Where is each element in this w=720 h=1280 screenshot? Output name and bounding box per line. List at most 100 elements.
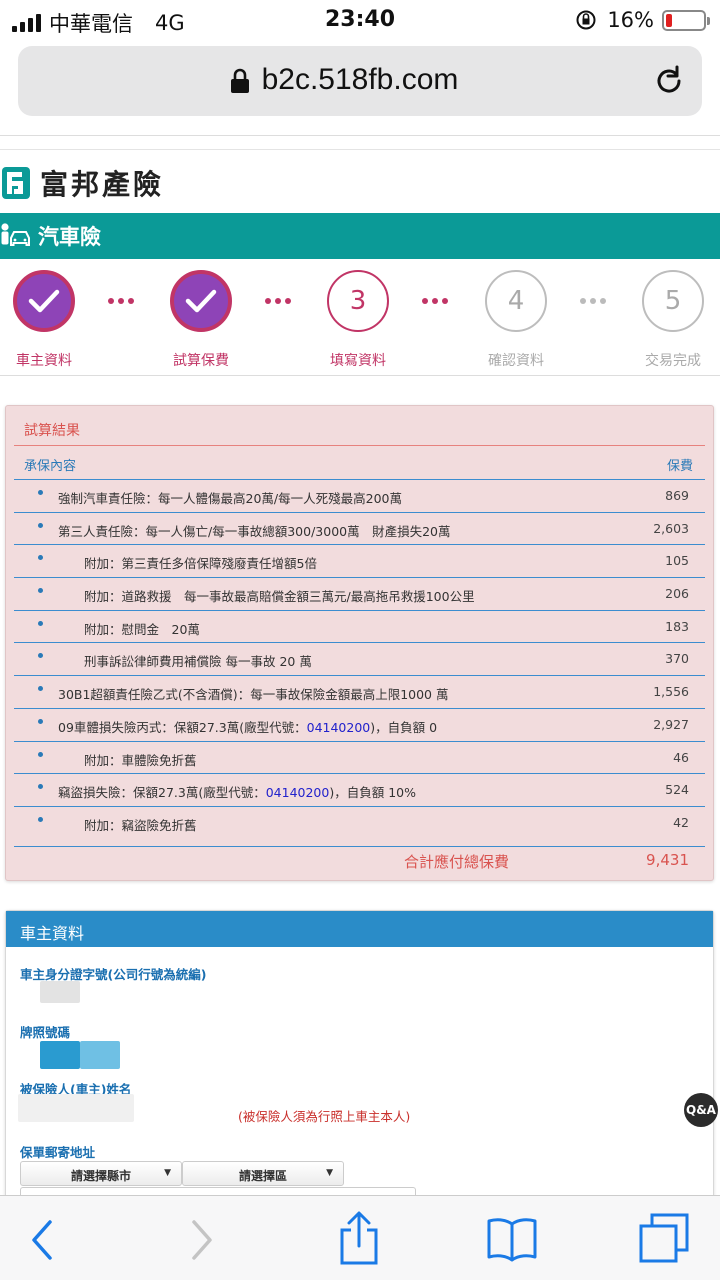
coverage-description: 附加：慰問金 20萬 — [84, 621, 200, 637]
total-label: 合計應付總保費 — [404, 853, 510, 871]
step-4-circle: 4 — [485, 270, 547, 332]
vehicle-model-code: 04140200 — [265, 785, 330, 801]
step-2-circle — [170, 270, 232, 332]
coverage-premium: 105 — [665, 553, 689, 569]
step-5: 5 交易完成 — [618, 268, 720, 370]
status-right: 16% — [575, 8, 710, 32]
coverage-description: 刑事訴訟律師費用補償險 每一事故 20 萬 — [84, 654, 312, 670]
section-title: 汽車險 — [38, 225, 101, 249]
coverage-text: 09車體損失險丙式：保額27.3萬(廠型代號：04140200)，自負額 0 — [58, 717, 437, 736]
step-connector — [265, 298, 291, 304]
city-select-value: 請選擇縣市 — [70, 1169, 131, 1183]
coverage-description: 第三人責任險：每一人傷亡/每一事故總額300/3000萬 財產損失20萬 — [58, 523, 451, 539]
coverage-row: 刑事訴訟律師費用補償險 每一事故 20 萬 370 — [14, 642, 705, 675]
owner-id-value-redacted — [40, 981, 80, 1003]
insured-name-note: (被保險人須為行照上車主本人) — [238, 1109, 411, 1124]
coverage-description: 竊盜損失險：保額27.3萬(廠型代號： — [58, 785, 266, 801]
coverage-premium: 869 — [665, 488, 689, 503]
step-connector — [422, 298, 448, 304]
divider — [0, 135, 720, 136]
coverage-text: 附加：竊盜險免折舊 — [84, 815, 197, 834]
coverage-row: 竊盜損失險：保額27.3萬(廠型代號：04140200)，自負額 10% 524 — [14, 773, 705, 806]
step-2: 試算保費 — [146, 268, 256, 370]
coverage-row: 附加：車體險免折舊 46 — [14, 740, 705, 774]
progress-steps: 車主資料 試算保費 3 填寫資料 4 確認資料 5 交易完成 — [0, 268, 720, 374]
step-connector — [108, 298, 134, 304]
bullet-icon — [38, 620, 43, 626]
brand-logo[interactable]: 富邦產險 — [0, 162, 164, 204]
coverage-text: 強制汽車責任險：每一人體傷最高20萬/每一人死殘最高200萬 — [58, 488, 402, 507]
coverage-description: 附加：第三責任多倍保障殘廢責任增額5倍 — [84, 556, 317, 572]
plate-label: 牌照號碼 — [20, 1025, 71, 1040]
coverage-description: 30B1超額責任險乙式(不含酒償)：每一事故保險金額最高上限1000 萬 — [58, 687, 449, 703]
step-3-circle: 3 — [327, 270, 389, 332]
coverage-description: 09車體損失險丙式：保額27.3萬(廠型代號： — [58, 719, 307, 735]
coverage-premium: 183 — [665, 618, 689, 634]
coverage-deductible: )，自負額 10% — [329, 785, 416, 801]
section-header: 汽車險 — [0, 213, 720, 259]
brand-name: 富邦產險 — [40, 168, 165, 201]
url-text: b2c.518fb.com — [261, 63, 459, 96]
address-input[interactable] — [20, 1187, 416, 1195]
coverage-premium: 2,927 — [653, 716, 689, 732]
coverage-text: 附加：慰問金 20萬 — [84, 619, 200, 638]
forward-icon[interactable] — [188, 1218, 216, 1262]
coverage-description: 附加：車體險免折舊 — [84, 752, 197, 768]
car-person-icon — [1, 223, 30, 246]
col-content-header: 承保內容 — [24, 459, 77, 474]
coverage-row: 附加：道路救援 每一事故最高賠償金額三萬元/最高拖吊救援100公里 206 — [14, 577, 705, 610]
bullet-icon — [38, 653, 43, 659]
coverage-row: 30B1超額責任險乙式(不含酒償)：每一事故保險金額最高上限1000 萬 1,55… — [14, 675, 705, 708]
coverage-description: 附加：竊盜險免折舊 — [84, 817, 197, 833]
check-icon — [28, 289, 60, 313]
coverage-premium: 2,603 — [653, 520, 689, 536]
city-select[interactable]: 請選擇縣市 ▼ — [20, 1161, 182, 1186]
coverage-premium: 206 — [665, 586, 689, 602]
coverage-text: 第三人責任險：每一人傷亡/每一事故總額300/3000萬 財產損失20萬 — [58, 521, 451, 540]
rotation-lock-icon — [576, 10, 596, 30]
step-connector — [580, 298, 606, 304]
district-select[interactable]: 請選擇區 ▼ — [182, 1161, 344, 1186]
coverage-text: 30B1超額責任險乙式(不含酒償)：每一事故保險金額最高上限1000 萬 — [58, 684, 448, 703]
result-title: 試算結果 — [24, 423, 80, 439]
coverage-row: 強制汽車責任險：每一人體傷最高20萬/每一人死殘最高200萬 869 — [14, 479, 705, 512]
page-root: 中華電信 4G 23:40 16% b2c.518fb.com 富邦產險 汽車險… — [0, 0, 720, 1280]
vehicle-model-code: 04140200 — [306, 719, 371, 735]
coverage-row: 第三人責任險：每一人傷亡/每一事故總額300/3000萬 財產損失20萬 2,60… — [14, 511, 705, 545]
bullet-icon — [38, 686, 43, 692]
back-icon[interactable] — [28, 1218, 56, 1262]
bullet-icon — [38, 751, 43, 757]
battery-icon — [662, 9, 710, 31]
coverage-premium: 524 — [665, 782, 689, 798]
coverage-text: 附加：第三責任多倍保障殘廢責任增額5倍 — [84, 553, 317, 572]
bullet-icon — [38, 784, 43, 790]
battery-percent: 16% — [607, 8, 654, 32]
qa-help-button[interactable]: Q&A — [684, 1093, 718, 1127]
step-2-label: 試算保費 — [173, 353, 229, 369]
step-5-label: 交易完成 — [645, 353, 701, 369]
coverage-premium: 46 — [673, 749, 689, 765]
result-header: 承保內容 保費 — [24, 455, 693, 475]
coverage-text: 附加：道路救援 每一事故最高賠償金額三萬元/最高拖吊救援100公里 — [84, 586, 475, 605]
reload-icon[interactable] — [652, 64, 686, 98]
coverage-text: 附加：車體險免折舊 — [84, 750, 197, 769]
insured-name-redacted — [18, 1094, 134, 1122]
coverage-description: 附加：道路救援 每一事故最高賠償金額三萬元/最高拖吊救援100公里 — [84, 589, 475, 605]
step-1-circle — [13, 270, 75, 332]
address-bar[interactable]: b2c.518fb.com — [18, 46, 702, 116]
tabs-icon[interactable] — [638, 1212, 690, 1264]
owner-panel-title: 車主資料 — [6, 911, 713, 947]
coverage-description: 強制汽車責任險：每一人體傷最高20萬/每一人死殘最高200萬 — [58, 491, 402, 506]
step-1: 車主資料 — [0, 268, 99, 370]
bullet-icon — [38, 588, 43, 594]
bookmarks-icon[interactable] — [486, 1216, 538, 1262]
share-icon[interactable] — [338, 1210, 380, 1266]
coverage-text: 刑事訴訟律師費用補償險 每一事故 20 萬 — [84, 651, 312, 670]
divider — [14, 445, 705, 446]
step-3-label: 填寫資料 — [330, 353, 386, 369]
status-bar: 中華電信 4G 23:40 16% — [0, 0, 720, 40]
fubon-logo-icon — [2, 167, 30, 199]
divider — [0, 149, 720, 150]
caret-down-icon: ▼ — [164, 1168, 171, 1178]
coverage-deductible: )，自負額 0 — [370, 719, 438, 735]
